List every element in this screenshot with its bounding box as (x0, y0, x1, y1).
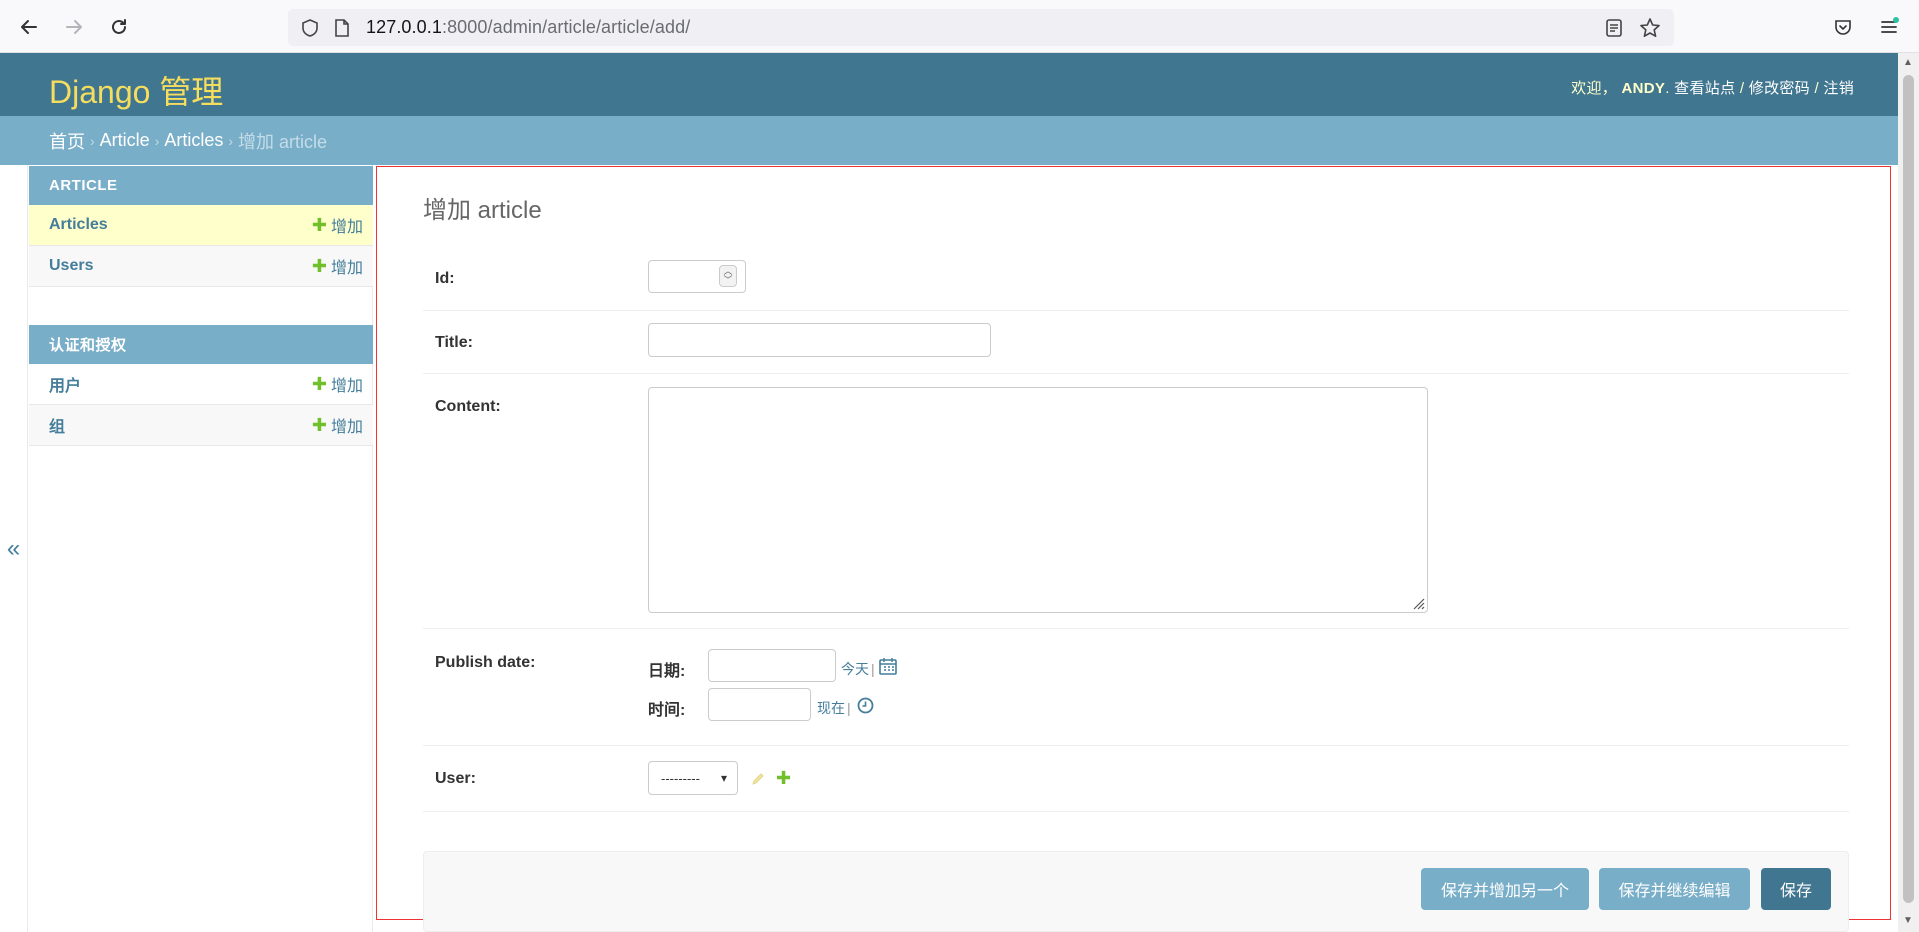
url-host: 127.0.0.1 (366, 17, 442, 37)
plus-icon[interactable]: ✚ (776, 768, 791, 789)
hamburger-menu-icon (1881, 17, 1899, 33)
chevron-down-icon: ▾ (720, 771, 727, 785)
shield-icon[interactable] (298, 16, 322, 40)
view-site-link[interactable]: 查看站点 (1674, 80, 1735, 97)
page-title: 增加 article (423, 197, 542, 224)
url-text[interactable]: 127.0.0.1:8000/admin/article/article/add… (366, 17, 690, 38)
breadcrumb-app[interactable]: Article (100, 130, 150, 151)
scrollbar-thumb[interactable] (1903, 75, 1914, 903)
sidebar-item-users: Users ✚ 增加 (29, 246, 373, 287)
back-button[interactable] (14, 12, 44, 42)
sidebar-item-label[interactable]: 组 (49, 413, 65, 437)
chevron-down-icon: ﹀ (723, 275, 733, 285)
breadcrumb: 首页 › Article › Articles › 增加 article (0, 116, 1898, 165)
scroll-down-icon[interactable]: ▼ (1903, 915, 1913, 926)
form-row-content: Content: (423, 374, 1849, 629)
double-chevron-left-icon: « (6, 534, 21, 562)
url-path: :8000/admin/article/article/add/ (441, 17, 691, 37)
reload-button[interactable] (104, 12, 134, 42)
module-caption-auth[interactable]: 认证和授权 (29, 325, 373, 364)
user-label: User: (435, 770, 476, 787)
sidebar-item-label[interactable]: Users (49, 257, 93, 275)
pencil-icon[interactable] (751, 772, 765, 786)
welcome-text: 欢迎， (1571, 80, 1618, 97)
sidebar-item-group: 组 ✚ 增加 (29, 405, 373, 446)
form-row-title: Title: (423, 311, 1849, 374)
reload-icon (112, 19, 126, 34)
sidebar-add-articles[interactable]: ✚ 增加 (312, 213, 363, 237)
calendar-icon[interactable] (879, 657, 897, 675)
plus-icon: ✚ (311, 215, 327, 235)
forward-button[interactable] (59, 12, 89, 42)
arrow-left-icon (21, 20, 37, 34)
date-label: 日期: (648, 663, 686, 680)
sidebar-item-label[interactable]: Articles (49, 216, 108, 234)
change-password-link[interactable]: 修改密码 (1749, 80, 1810, 97)
logout-link[interactable]: 注销 (1823, 80, 1854, 97)
plus-icon: ✚ (311, 415, 327, 435)
star-icon[interactable] (1638, 16, 1662, 40)
id-input[interactable]: ︿ ﹀ (648, 260, 746, 293)
username: ANDY (1621, 80, 1666, 97)
breadcrumb-current: 增加 article (238, 131, 328, 152)
now-link[interactable]: 现在 | (817, 698, 851, 718)
date-input[interactable] (708, 649, 836, 682)
form-row-id: Id: ︿ ﹀ (423, 250, 1849, 311)
scroll-up-icon[interactable]: ▲ (1903, 57, 1913, 68)
address-bar[interactable]: 127.0.0.1:8000/admin/article/article/add… (288, 9, 1674, 46)
sidebar-item-label[interactable]: 用户 (49, 372, 81, 396)
arrow-right-icon (66, 20, 82, 34)
pocket-icon (1835, 20, 1851, 35)
module-caption-article[interactable]: ARTICLE (29, 166, 373, 205)
content-textarea[interactable] (648, 387, 1428, 613)
browser-toolbar: 127.0.0.1:8000/admin/article/article/add… (0, 0, 1919, 53)
title-label: Title: (435, 334, 473, 351)
breadcrumb-home[interactable]: 首页 (49, 128, 85, 154)
breadcrumb-model[interactable]: Articles (164, 130, 223, 151)
sidebar-add-group[interactable]: ✚ 增加 (312, 413, 363, 437)
app-menu-button[interactable] (1874, 12, 1904, 42)
time-label: 时间: (648, 702, 686, 719)
user-select[interactable]: --------- ▾ (648, 761, 738, 795)
page-icon[interactable] (330, 16, 354, 40)
sidebar-item-articles: Articles ✚ 增加 (29, 205, 373, 246)
publish-date-label: Publish date: (435, 654, 536, 671)
site-branding[interactable]: Django 管理 (49, 67, 223, 113)
content-label: Content: (435, 398, 501, 415)
module-auth: 认证和授权 用户 ✚ 增加 组 ✚ 增加 (29, 325, 373, 446)
sidebar-add-user[interactable]: ✚ 增加 (312, 372, 363, 396)
form-row-publish-date: Publish date: 日期: 今天 | 时间: 现在 | (423, 629, 1849, 746)
plus-icon: ✚ (311, 374, 327, 394)
title-input[interactable] (648, 323, 991, 357)
site-header: Django 管理 欢迎， ANDY. 查看站点 / 修改密码 / 注销 (0, 53, 1898, 116)
clock-icon[interactable] (857, 697, 874, 714)
sidebar-add-users[interactable]: ✚ 增加 (312, 254, 363, 278)
sidebar-item-user: 用户 ✚ 增加 (29, 364, 373, 405)
time-input[interactable] (708, 688, 811, 721)
number-stepper[interactable]: ︿ ﹀ (719, 265, 737, 287)
id-label: Id: (435, 270, 455, 287)
reader-view-icon[interactable] (1602, 16, 1626, 40)
submit-row: 保存并增加另一个 保存并继续编辑 保存 (423, 851, 1849, 932)
module-article: ARTICLE Articles ✚ 增加 Users ✚ 增加 (29, 166, 373, 287)
save-continue-button[interactable]: 保存并继续编辑 (1599, 868, 1750, 910)
user-tools: 欢迎， ANDY. 查看站点 / 修改密码 / 注销 (1571, 80, 1854, 97)
today-link[interactable]: 今天 | (841, 659, 875, 679)
save-button[interactable]: 保存 (1761, 868, 1831, 910)
resize-grip-icon[interactable] (1411, 596, 1425, 610)
plus-icon: ✚ (311, 256, 327, 276)
page-scrollbar[interactable]: ▲ ▼ (1898, 53, 1919, 932)
pocket-button[interactable] (1828, 12, 1858, 42)
form-row-user: User: --------- ▾ ✚ (423, 746, 1849, 812)
sidebar-toggle[interactable]: « (0, 165, 28, 932)
save-add-another-button[interactable]: 保存并增加另一个 (1421, 868, 1589, 910)
